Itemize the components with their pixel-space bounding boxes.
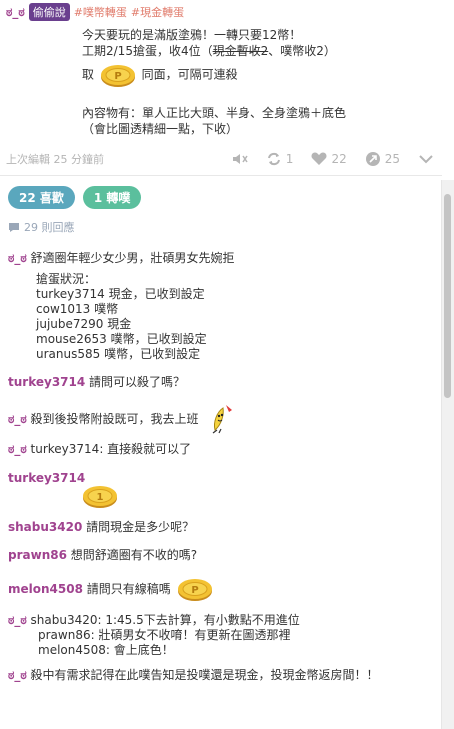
replurk-icon <box>267 152 280 166</box>
response-pills: 22 喜歡 1 轉噗 <box>0 176 442 209</box>
edited-time: 上次編輯 25 分鐘前 <box>6 153 104 166</box>
comment: 搶蛋狀況： turkey3714 現金，已收到設定 cow1013 噗幣 juj… <box>0 272 442 362</box>
post-line-4: 內容物有：單人正比大頭、半身、全身塗鴉＋底色 <box>82 106 347 120</box>
comment: turkey3714 請問可以殺了嗎？ <box>0 375 442 390</box>
coin-icon: 1 <box>83 486 117 508</box>
hashtag-1[interactable]: #噗幣轉蛋 <box>74 4 127 20</box>
comment-author[interactable]: prawn86 <box>8 548 67 562</box>
comment-author[interactable]: ಠ_ಠ <box>8 412 27 427</box>
hashtag-2[interactable]: #現金轉蛋 <box>131 4 184 20</box>
post-content: 今天要玩的是滿版塗鴉！一轉只要12幣！ 工期2/15搶蛋，收4位（現金暫收2、噗… <box>0 21 442 137</box>
comment-text: shabu3420: 1:45.5下去計算，有小數點不用進位 <box>30 613 300 627</box>
replurk-count: 1 <box>285 152 294 166</box>
comment-author[interactable]: ಠ_ಠ <box>8 251 27 265</box>
comment-author[interactable]: turkey3714 <box>8 471 85 486</box>
repost-button[interactable]: 25 <box>365 151 400 167</box>
comment: prawn86 想問舒適圈有不收的嗎? <box>0 548 442 563</box>
post-line-1: 今天要玩的是滿版塗鴉！一轉只要12幣！ <box>82 28 302 42</box>
comment-sticker: 1 <box>0 482 442 510</box>
repost-icon <box>365 152 380 166</box>
comment-author[interactable]: shabu3420 <box>8 520 82 534</box>
like-count: 22 <box>331 152 347 166</box>
comment: ಠ_ಠ 殺中有需求記得在此噗告知是投噗還是現金，投現金幣返房間！！ <box>0 668 442 683</box>
plurk-thread: ಠ_ಠ 偷偷說 #噗幣轉蛋 #現金轉蛋 今天要玩的是滿版塗鴉！一轉只要12幣！ … <box>0 0 442 729</box>
post-header: ಠ_ಠ 偷偷說 #噗幣轉蛋 #現金轉蛋 <box>0 0 442 21</box>
comment-text: 請問只有線稿嗎 <box>86 581 171 596</box>
comment-author[interactable]: turkey3714 <box>8 375 85 389</box>
comment: ಠ_ಠ 殺到後投幣附設既可，我去上班 <box>0 402 442 436</box>
scrollbar[interactable] <box>441 180 454 729</box>
comment-author[interactable]: melon4508 <box>8 582 83 597</box>
comment: shabu3420 請問現金是多少呢？ <box>0 520 442 535</box>
comment: melon4508 請問只有線稿嗎 P <box>0 575 442 603</box>
comment-author[interactable]: ಠ_ಠ <box>8 442 27 456</box>
banana-sticker <box>212 405 232 434</box>
comment-author[interactable]: ಠ_ಠ <box>8 613 27 627</box>
qualifier-tag: 偷偷說 <box>28 3 70 21</box>
comment-list: prawn86: 壯碩男女不收唷！有更新在圖透那裡 melon4508: 會上底… <box>38 628 291 657</box>
comment-text: 想問舒適圈有不收的嗎? <box>70 548 198 562</box>
chevron-down-icon <box>419 155 433 164</box>
mute-icon <box>232 154 248 164</box>
comment-text: 殺中有需求記得在此噗告知是投噗還是現金，投現金幣返房間！！ <box>30 668 379 682</box>
post-line-3: 取 P 同面，可隔可連殺 <box>82 61 442 89</box>
comment-text: 請問可以殺了嗎？ <box>89 375 186 389</box>
comment: ಠ_ಠ shabu3420: 1:45.5下去計算，有小數點不用進位 prawn… <box>0 613 442 658</box>
post-line-2: 工期2/15搶蛋，收4位（現金暫收2、噗幣收2） <box>82 44 336 58</box>
comment: ಠ_ಠ turkey3714: 直接殺就可以了 <box>0 442 442 457</box>
like-button[interactable]: 22 <box>311 152 347 166</box>
more-menu-button[interactable] <box>418 153 434 165</box>
svg-text:P: P <box>191 585 198 596</box>
svg-text:1: 1 <box>97 492 104 503</box>
scrollbar-thumb[interactable] <box>444 194 451 398</box>
author-name[interactable]: ಠ_ಠ <box>6 5 25 20</box>
struck-text: 現金暫收2 <box>212 44 269 58</box>
speech-bubble-icon <box>9 222 19 232</box>
coin-icon: P <box>100 65 135 87</box>
coin-icon: P <box>177 579 212 601</box>
comment-text: 舒適圈年輕少女少男，壯碩男女先婉拒 <box>30 251 235 265</box>
replurks-pill[interactable]: 1 轉噗 <box>82 186 142 209</box>
comment: ಠ_ಠ 舒適圈年輕少女少男，壯碩男女先婉拒 <box>0 251 442 266</box>
comment-text: turkey3714: 直接殺就可以了 <box>30 442 192 456</box>
comment-list: 搶蛋狀況： turkey3714 現金，已收到設定 cow1013 噗幣 juj… <box>36 272 207 361</box>
heart-icon <box>311 152 327 165</box>
repost-count: 25 <box>384 152 400 166</box>
comment-author[interactable]: ಠ_ಠ <box>8 668 27 682</box>
post-line-5: （會比圖透精細一點，下收） <box>82 122 239 136</box>
post-meta: 上次編輯 25 分鐘前 1 22 25 <box>0 137 442 169</box>
likes-pill[interactable]: 22 喜歡 <box>8 186 75 209</box>
reply-count[interactable]: 29 則回應 <box>0 209 442 235</box>
replurk-button[interactable]: 1 <box>266 152 294 166</box>
comment-text: 殺到後投幣附設既可，我去上班 <box>30 411 199 426</box>
svg-text:P: P <box>114 71 121 82</box>
mute-button[interactable] <box>232 152 248 166</box>
comment-text: 請問現金是多少呢？ <box>86 520 195 534</box>
